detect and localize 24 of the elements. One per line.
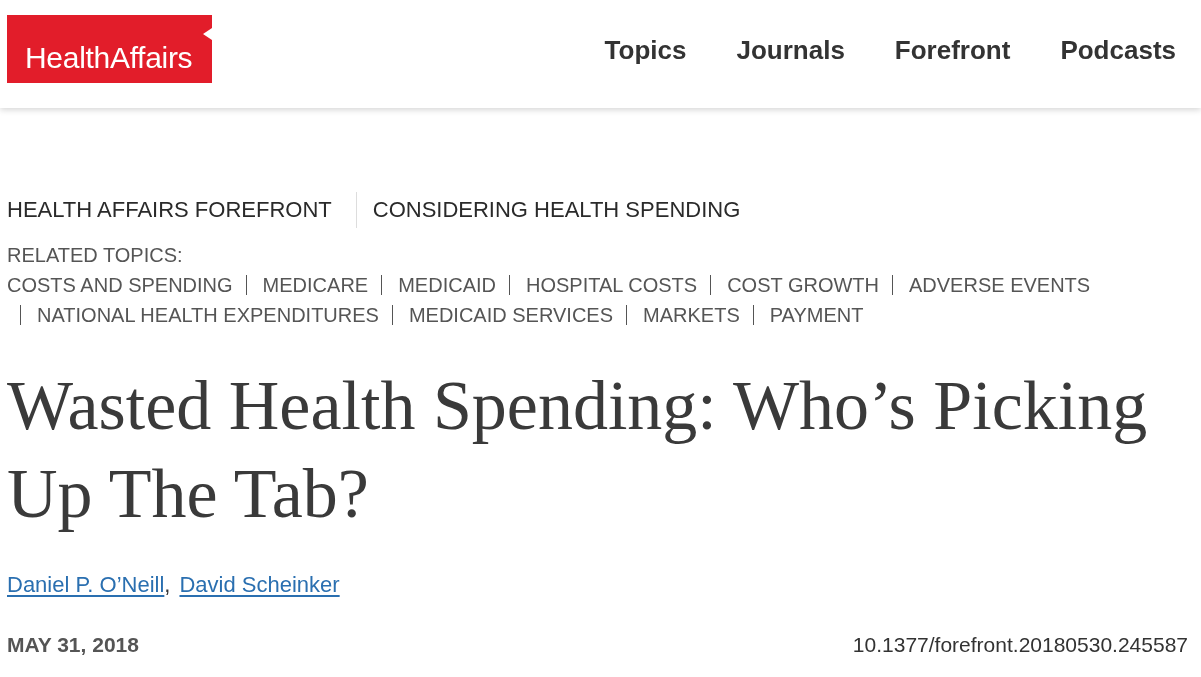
- topic-link[interactable]: COST GROWTH: [727, 270, 879, 300]
- topic-link[interactable]: MEDICAID: [398, 270, 496, 300]
- author-separator: ,: [164, 571, 171, 599]
- nav-link[interactable]: Journals: [736, 35, 845, 65]
- publish-date: MAY 31, 2018: [7, 632, 139, 658]
- topic-link[interactable]: NATIONAL HEALTH EXPENDITURES: [37, 300, 379, 330]
- nav-link[interactable]: Topics: [604, 35, 687, 65]
- nav-link[interactable]: Forefront: [894, 35, 1011, 65]
- topic-link[interactable]: MEDICARE: [262, 270, 369, 300]
- topic-link[interactable]: ADVERSE EVENTS: [909, 270, 1091, 300]
- logo[interactable]: HealthAffairs: [7, 15, 212, 83]
- doi-text: 10.1377/forefront.20180530.245587: [852, 632, 1188, 658]
- section-link[interactable]: CONSIDERING HEALTH SPENDING: [372, 192, 741, 228]
- section-link[interactable]: HEALTH AFFAIRS FOREFRONT: [7, 192, 332, 228]
- topic-link[interactable]: COSTS AND SPENDING: [7, 270, 233, 300]
- topic-link[interactable]: MEDICAID SERVICES: [408, 300, 614, 330]
- related-topics-label: RELATED TOPICS:: [7, 243, 184, 268]
- author-link[interactable]: Daniel P. O’Neill: [7, 570, 165, 600]
- topic-link[interactable]: HOSPITAL COSTS: [526, 270, 698, 300]
- topic-link[interactable]: MARKETS: [643, 300, 740, 330]
- article-title: Wasted Health Spending: Who’s Picking Up The Tab?: [7, 366, 1149, 534]
- topic-link[interactable]: PAYMENT: [769, 300, 864, 330]
- author-link[interactable]: David Scheinker: [179, 570, 340, 600]
- nav-link[interactable]: Podcasts: [1060, 35, 1176, 65]
